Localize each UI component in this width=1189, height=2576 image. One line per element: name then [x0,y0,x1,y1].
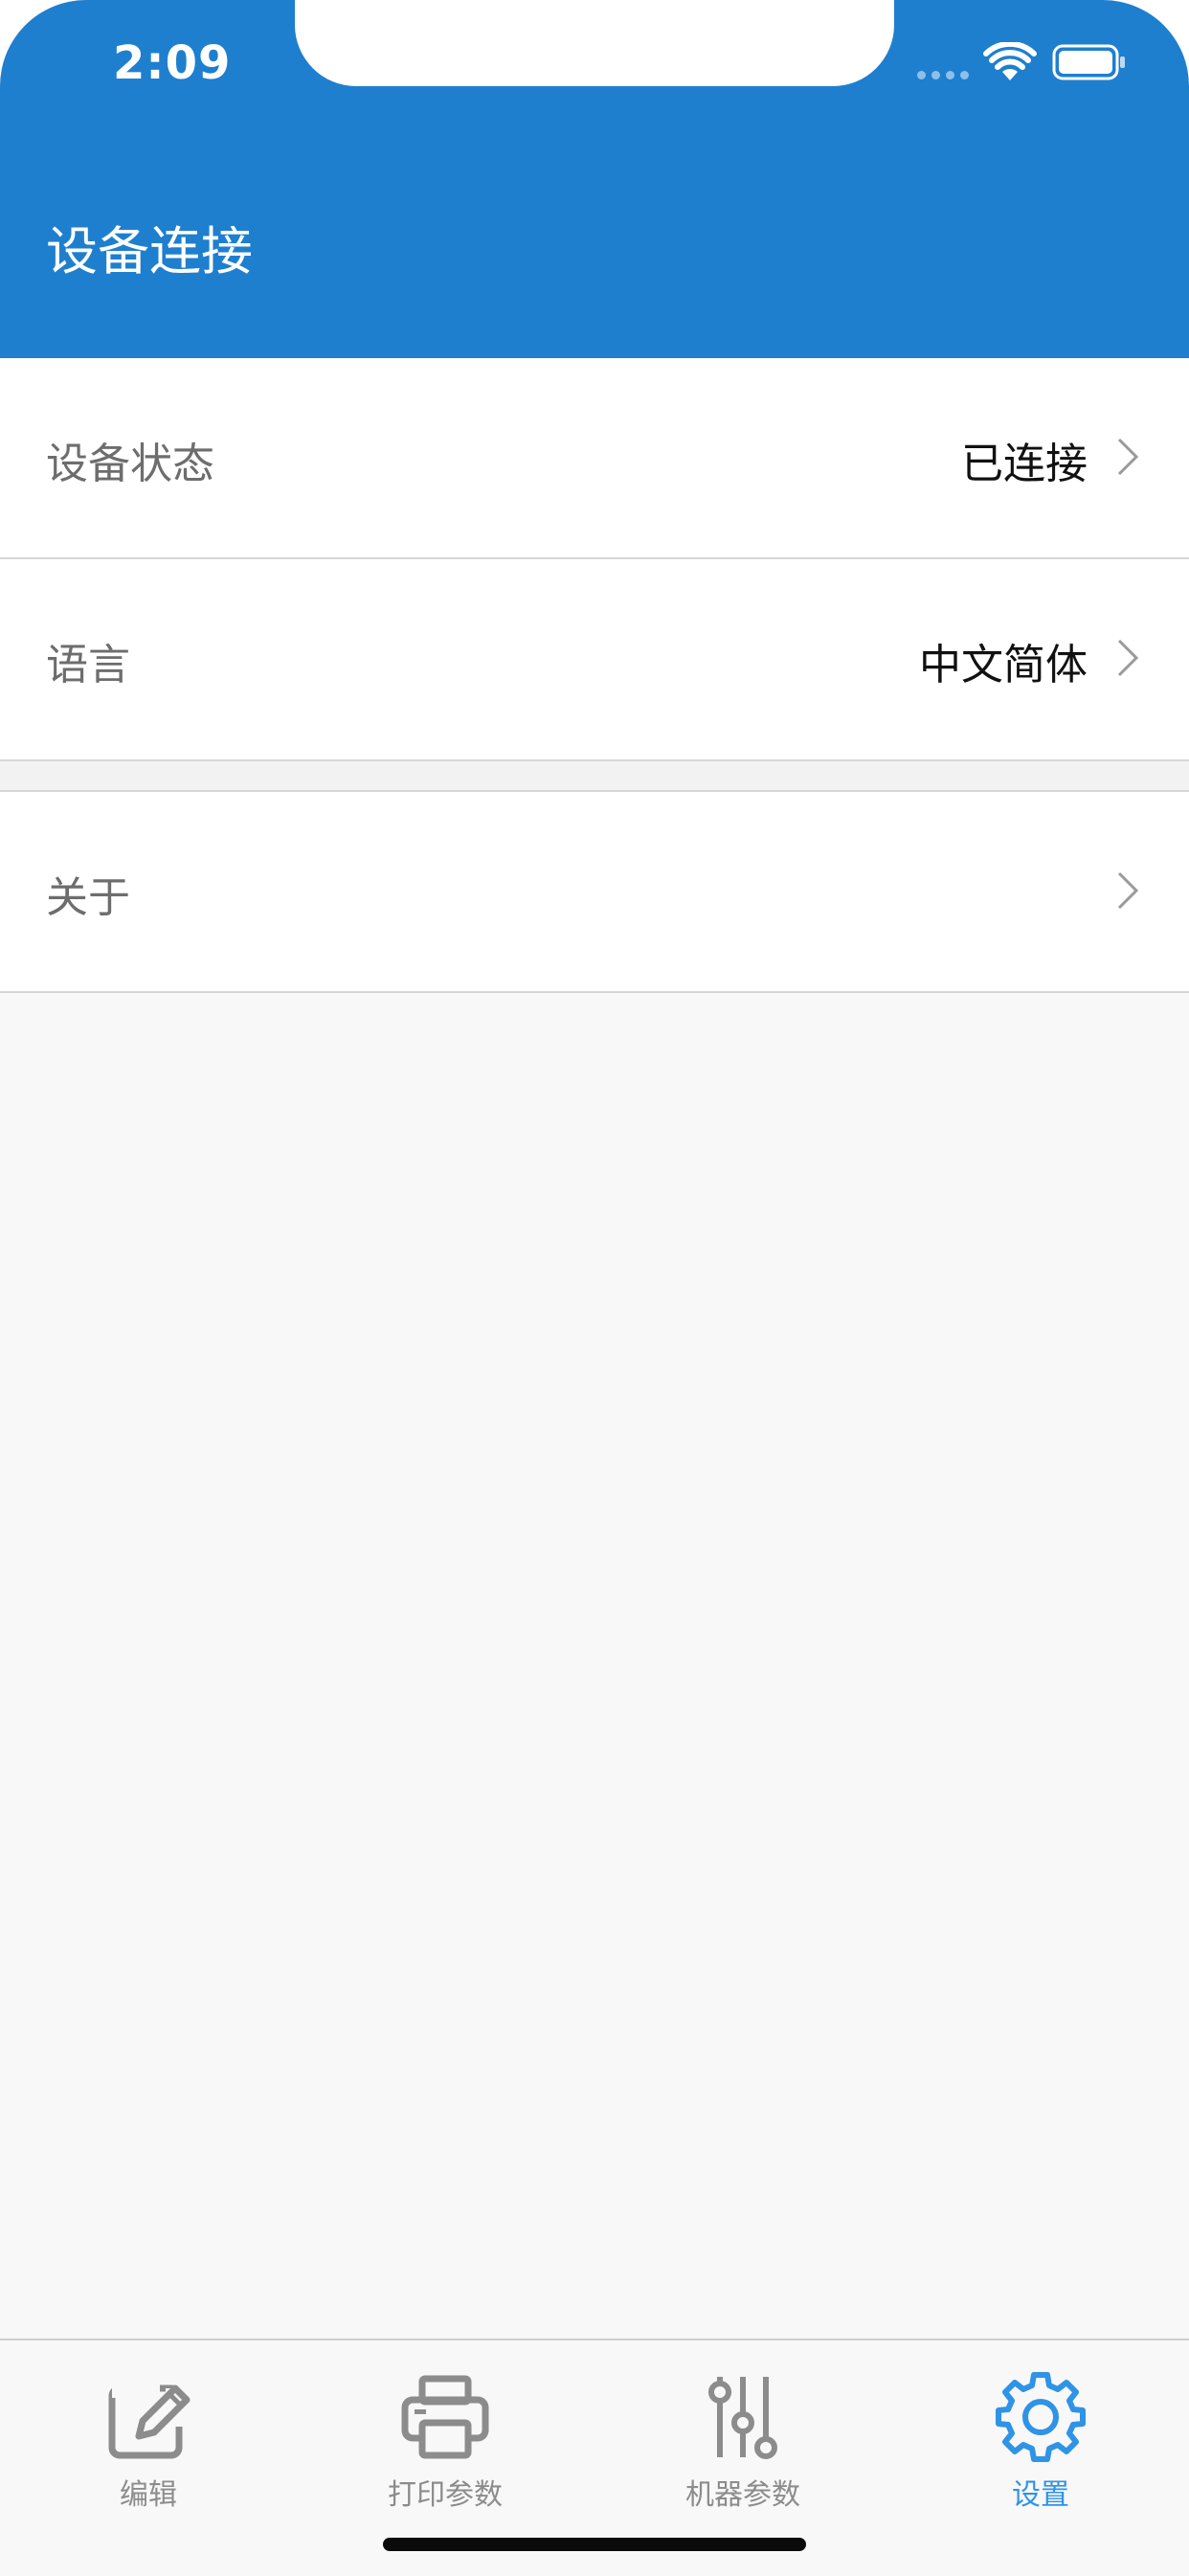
device-status-value: 已连接 [961,440,1088,488]
gear-icon [996,2372,1086,2462]
language-value: 中文简体 [919,641,1088,689]
tab-settings[interactable]: 设置 [892,2369,1189,2513]
tab-print-params[interactable]: 打印参数 [297,2369,594,2513]
tab-machine-params-label: 机器参数 [685,2478,800,2512]
wifi-icon [983,42,1037,80]
tab-print-params-label: 打印参数 [388,2478,503,2512]
page-title: 设备连接 [46,221,253,282]
tab-machine-params[interactable]: 机器参数 [594,2369,891,2513]
home-indicator [383,2538,806,2551]
about-row[interactable]: 关于 [0,792,1189,993]
device-notch [295,0,894,86]
device-status-label: 设备状态 [46,440,214,488]
screen-corner [0,0,86,86]
section-separator [0,761,1189,792]
chevron-right-icon [1117,871,1139,910]
language-row[interactable]: 语言 中文简体 [0,559,1189,761]
printer-icon [401,2375,489,2459]
status-time: 2:09 [113,36,232,90]
navigation-header: 2:09 设备连接 [0,0,1189,358]
chevron-right-icon [1117,639,1139,677]
device-status-row[interactable]: 设备状态 已连接 [0,358,1189,559]
tab-edit[interactable]: 编辑 [0,2369,297,2513]
tab-settings-label: 设置 [1012,2478,1069,2512]
tab-edit-label: 编辑 [120,2478,177,2512]
battery-icon [1052,44,1125,80]
about-label: 关于 [46,873,130,922]
cellular-signal-icon [917,71,969,79]
edit-icon [108,2379,191,2459]
chevron-right-icon [1117,438,1139,476]
sliders-icon [708,2377,777,2459]
language-label: 语言 [46,641,130,689]
